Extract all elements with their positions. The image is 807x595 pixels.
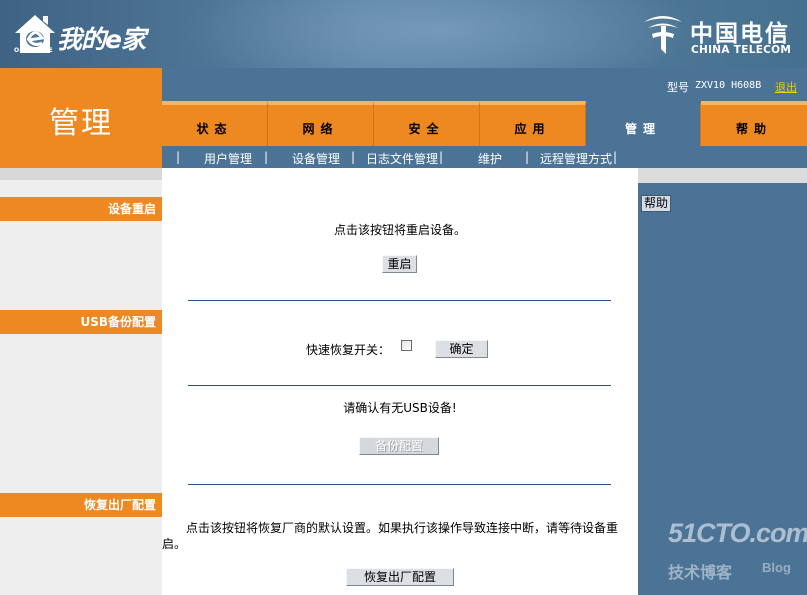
sidebar-top-strip — [0, 168, 162, 180]
factory-reset-description: 点击该按钮将恢复厂商的默认设置。如果执行该操作导致连接中断，请等待设备重 — [186, 521, 619, 535]
tab-label: 管理 — [624, 122, 661, 136]
subnav-maintenance[interactable]: 维护 — [478, 150, 502, 167]
product-name: 我的e家 — [57, 25, 146, 54]
subnav-separator: | — [264, 150, 269, 164]
subnav-separator: | — [525, 150, 530, 164]
page-title: 管理 — [49, 106, 113, 141]
tab-management[interactable]: 管理 — [586, 101, 701, 146]
section-divider — [188, 300, 611, 301]
subnav-separator: | — [351, 150, 356, 164]
banner-glow — [180, 0, 700, 68]
tab-status[interactable]: 状态 — [162, 101, 268, 146]
subnav-user-management[interactable]: 用户管理 — [204, 150, 252, 167]
subnav-device-management[interactable]: 设备管理 — [292, 150, 340, 167]
label-device-reboot: 设备重启 — [0, 197, 162, 221]
help-button[interactable]: 帮助 — [641, 195, 672, 212]
tab-application[interactable]: 应用 — [480, 101, 586, 146]
help-panel: 帮助 51CTO.com 技术博客 Blog — [638, 168, 807, 595]
tab-label: 应用 — [514, 122, 551, 136]
quick-restore-checkbox[interactable] — [401, 340, 412, 351]
quick-restore-label: 快速恢复开关： — [306, 343, 391, 357]
subnav-log-management[interactable]: 日志文件管理 — [366, 150, 438, 167]
watermark-blog: Blog — [762, 560, 791, 575]
watermark-site: 51CTO.com — [668, 518, 807, 548]
china-telecom-logo-icon — [644, 16, 682, 54]
factory-reset-description-cont: 启。 — [162, 537, 187, 551]
subnav-separator: | — [176, 150, 181, 164]
backup-config-button[interactable]: 备份配置 — [359, 437, 439, 455]
top-banner: ONE HOME 我的e家 中国电信 CHINA TELECOM — [0, 0, 807, 68]
sub-nav: | 用户管理 | 设备管理 | 日志文件管理 | 维护 | 远程管理方式 | — [162, 146, 807, 168]
onehome-text: ONE HOME — [14, 47, 53, 54]
tab-help[interactable]: 帮助 — [701, 101, 807, 146]
left-sidebar: 设备重启 USB备份配置 恢复出厂配置 — [0, 168, 162, 595]
help-top-strip — [638, 168, 807, 183]
section-header: 管理 — [0, 68, 162, 168]
watermark-subtitle: 技术博客 — [668, 563, 733, 582]
factory-reset-button[interactable]: 恢复出厂配置 — [346, 568, 454, 586]
reboot-description: 点击该按钮将重启设备。 — [333, 223, 466, 237]
tab-security[interactable]: 安全 — [374, 101, 480, 146]
subnav-separator: | — [439, 150, 444, 164]
main-content: 点击该按钮将重启设备。 重启 快速恢复开关： 确定 请确认有无USB设备! 备份… — [162, 176, 638, 595]
subnav-remote-management[interactable]: 远程管理方式 — [540, 150, 612, 167]
model-value: ZXV10 H608B — [695, 80, 762, 91]
tab-network[interactable]: 网络 — [268, 101, 374, 146]
tab-label: 安全 — [408, 122, 445, 136]
main-nav: 状态 网络 安全 应用 管理 帮助 — [162, 101, 807, 146]
model-label: 型号 — [667, 81, 689, 94]
reboot-button[interactable]: 重启 — [382, 255, 417, 273]
section-divider — [188, 484, 611, 485]
usb-notice: 请确认有无USB设备! — [343, 401, 457, 415]
logout-link[interactable]: 退出 — [775, 79, 797, 95]
carrier-name-cn: 中国电信 — [690, 21, 790, 47]
label-usb-backup: USB备份配置 — [0, 310, 162, 334]
carrier-name-en: CHINA TELECOM — [691, 44, 792, 56]
tab-label: 网络 — [302, 122, 339, 136]
confirm-button[interactable]: 确定 — [435, 340, 488, 358]
label-factory-reset: 恢复出厂配置 — [0, 493, 162, 517]
tab-label: 帮助 — [735, 122, 772, 136]
info-bar: 型号 ZXV10 H608B 退出 — [162, 68, 807, 101]
section-divider — [188, 385, 611, 386]
subnav-separator: | — [613, 150, 618, 164]
tab-label: 状态 — [196, 122, 233, 136]
